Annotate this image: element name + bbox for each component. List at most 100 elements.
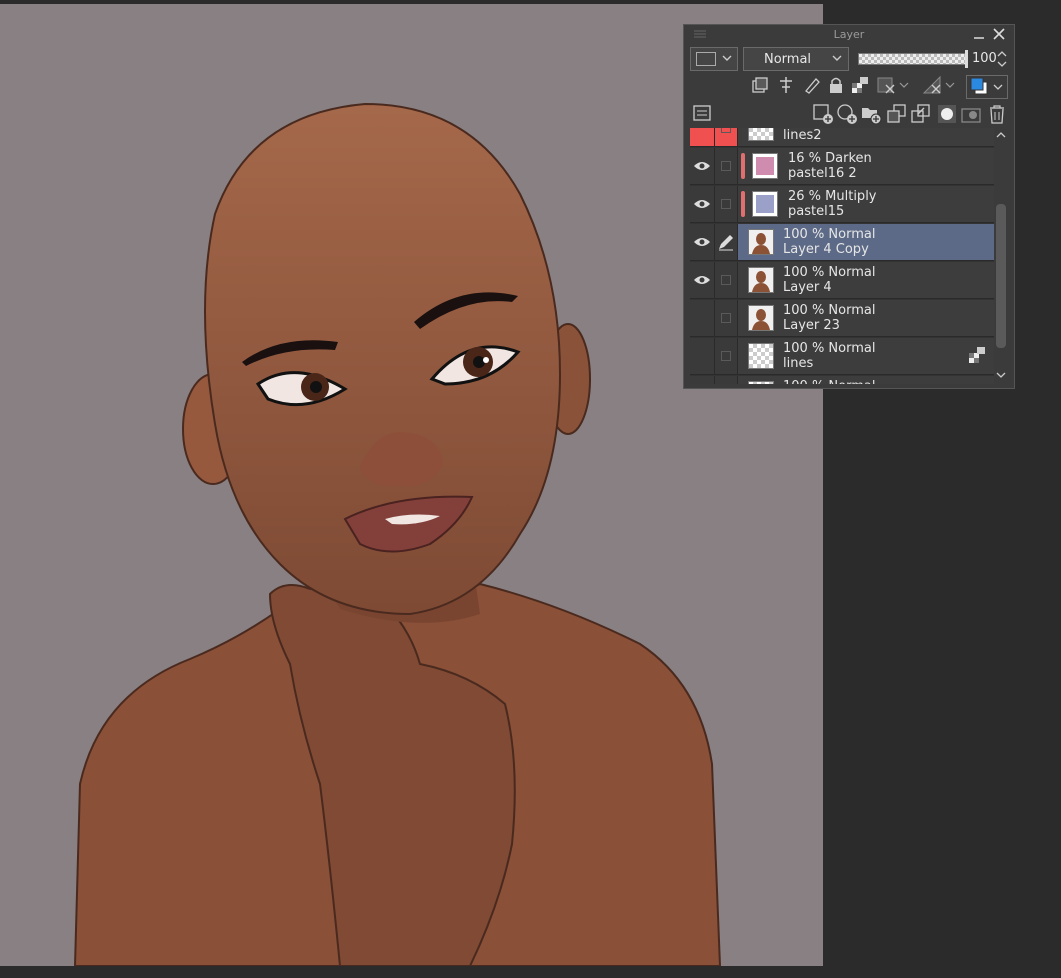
layer-state-column[interactable] [715,338,738,374]
layer-state-column[interactable] [715,128,738,146]
layer-info[interactable]: 16 % Darken pastel16 2 [738,148,994,184]
layer-property-icon[interactable] [692,103,712,123]
layer-thumbnail [748,267,774,293]
layer-row[interactable]: lines2 [690,128,994,147]
scroll-down-icon[interactable] [995,370,1007,380]
scrollbar-thumb[interactable] [996,204,1006,348]
layer-blend-info: 100 % Normal [783,379,875,384]
chevron-down-icon [832,55,842,61]
layer-name: pastel15 [788,204,845,219]
layer-blend-info: 100 % Normal [783,265,876,280]
pen-edit-icon [719,235,733,251]
layer-thumbnail [748,381,774,384]
mask-icon[interactable] [936,103,958,125]
close-icon[interactable] [992,27,1006,41]
layer-thumbnail [748,128,774,141]
checkbox[interactable] [721,313,731,323]
layer-state-column[interactable] [715,376,738,384]
layer-state-column[interactable] [715,224,738,260]
layer-list-scrollbar[interactable] [994,128,1008,384]
layer-thumbnail [748,305,774,331]
checkbox[interactable] [721,128,731,133]
lock-transparent-icon [969,347,985,363]
opacity-value[interactable]: 100 [972,51,997,66]
minimize-icon[interactable] [972,27,986,41]
layer-state-column[interactable] [715,262,738,298]
color-mode-icon [970,77,1003,95]
visibility-toggle[interactable] [690,148,715,184]
layer-blend-info: 26 % Multiply [788,189,877,204]
visibility-toggle[interactable] [690,128,715,146]
layer-row[interactable]: 100 % Normal Layer 23 [690,300,994,337]
layer-row[interactable]: 100 % Normal lines [690,338,994,375]
panel-titlebar[interactable]: Layer [684,25,1014,45]
lock-transparent-icon[interactable] [850,75,870,95]
layer-blend-info: 100 % Normal [783,303,876,318]
draft-layer-icon[interactable] [802,75,822,95]
layer-actions-toolbar [684,103,1014,127]
layer-thumbnail [752,153,778,179]
new-vector-layer-icon[interactable] [836,103,858,125]
opacity-stepper-icon[interactable] [996,49,1008,69]
figure-thumbnail-icon [752,271,770,292]
checkbox[interactable] [721,275,731,285]
checkbox[interactable] [721,161,731,171]
layer-state-column[interactable] [715,148,738,184]
checkbox[interactable] [721,199,731,209]
layer-info[interactable]: lines2 [738,128,994,146]
layer-blend-info: 100 % Normal [783,341,876,356]
layer-name: lines2 [783,128,822,143]
visibility-toggle[interactable] [690,300,715,336]
clip-layer-icon[interactable] [750,75,770,95]
layer-info[interactable]: 100 % Normal [738,376,994,384]
visibility-toggle[interactable] [690,224,715,260]
reference-layer-icon[interactable] [776,75,796,95]
mask-enable-icon[interactable] [876,75,910,95]
new-folder-icon[interactable] [860,103,882,125]
eye-icon [694,238,710,246]
eye-icon [694,200,710,208]
layer-color-dropdown[interactable] [690,47,738,71]
layer-state-column[interactable] [715,186,738,222]
visibility-toggle[interactable] [690,262,715,298]
apply-mask-icon[interactable] [960,103,982,125]
app-window: Layer Normal 100 lines2 16 % Darken past… [0,0,1061,978]
eye-icon [694,276,710,284]
layer-state-column[interactable] [715,300,738,336]
layer-info[interactable]: 100 % Normal Layer 23 [738,300,994,336]
blend-toolbar: Normal 100 [690,47,1008,73]
layer-info[interactable]: 100 % Normal Layer 4 [738,262,994,298]
scroll-up-icon[interactable] [995,130,1007,140]
transfer-down-icon[interactable] [886,103,908,125]
lock-icon[interactable] [826,75,846,95]
layer-row[interactable]: 26 % Multiply pastel15 [690,186,994,223]
layer-options-toolbar [684,75,1014,101]
ruler-icon[interactable] [922,75,956,95]
figure-thumbnail-icon [752,309,770,330]
color-mode-dropdown[interactable] [966,75,1008,99]
new-raster-layer-icon[interactable] [812,103,834,125]
layer-row[interactable]: 100 % Normal [690,376,994,384]
blend-mode-select[interactable]: Normal [743,47,849,71]
visibility-toggle[interactable] [690,186,715,222]
layer-thumbnail [748,229,774,255]
opacity-slider[interactable] [858,50,968,68]
clipping-indicator [741,191,745,217]
checkbox[interactable] [721,351,731,361]
clipping-indicator [741,153,745,179]
delete-icon[interactable] [986,103,1008,125]
layer-row[interactable]: 100 % Normal Layer 4 Copy [690,224,994,261]
layer-list: lines2 16 % Darken pastel16 2 26 % Multiply… [690,128,994,384]
layer-info[interactable]: 100 % Normal Layer 4 Copy [738,224,994,260]
merge-down-icon[interactable] [910,103,932,125]
layer-name: lines [783,356,814,371]
layer-color-swatch [696,52,716,66]
layer-row[interactable]: 16 % Darken pastel16 2 [690,148,994,185]
layer-row[interactable]: 100 % Normal Layer 4 [690,262,994,299]
layer-info[interactable]: 26 % Multiply pastel15 [738,186,994,222]
layer-name: pastel16 2 [788,166,857,181]
visibility-toggle[interactable] [690,338,715,374]
visibility-toggle[interactable] [690,376,715,384]
layer-info[interactable]: 100 % Normal lines [738,338,994,374]
opacity-slider-handle[interactable] [965,50,968,68]
